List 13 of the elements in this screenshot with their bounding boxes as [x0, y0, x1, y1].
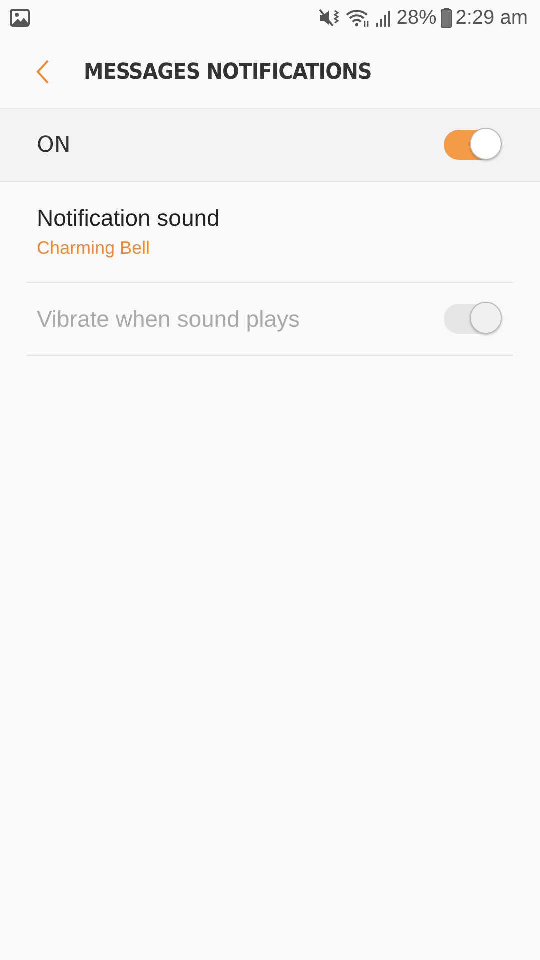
battery-icon — [440, 8, 452, 28]
switch-label: ON — [37, 132, 71, 158]
wifi-icon — [344, 8, 371, 28]
setting-title[interactable]: Notification sound — [37, 205, 220, 232]
clock: 2:29 am — [456, 6, 528, 30]
battery-percent: 28% — [396, 6, 437, 30]
setting-value: Charming Bell — [37, 238, 152, 259]
master-toggle[interactable] — [444, 130, 500, 160]
mute-vibrate-icon — [318, 8, 341, 28]
signal-icon — [374, 9, 393, 27]
page-title: MESSAGES NOTIFICATIONS — [84, 60, 372, 84]
image-icon — [10, 9, 30, 27]
setting-title: Vibrate when sound plays — [37, 306, 300, 332]
